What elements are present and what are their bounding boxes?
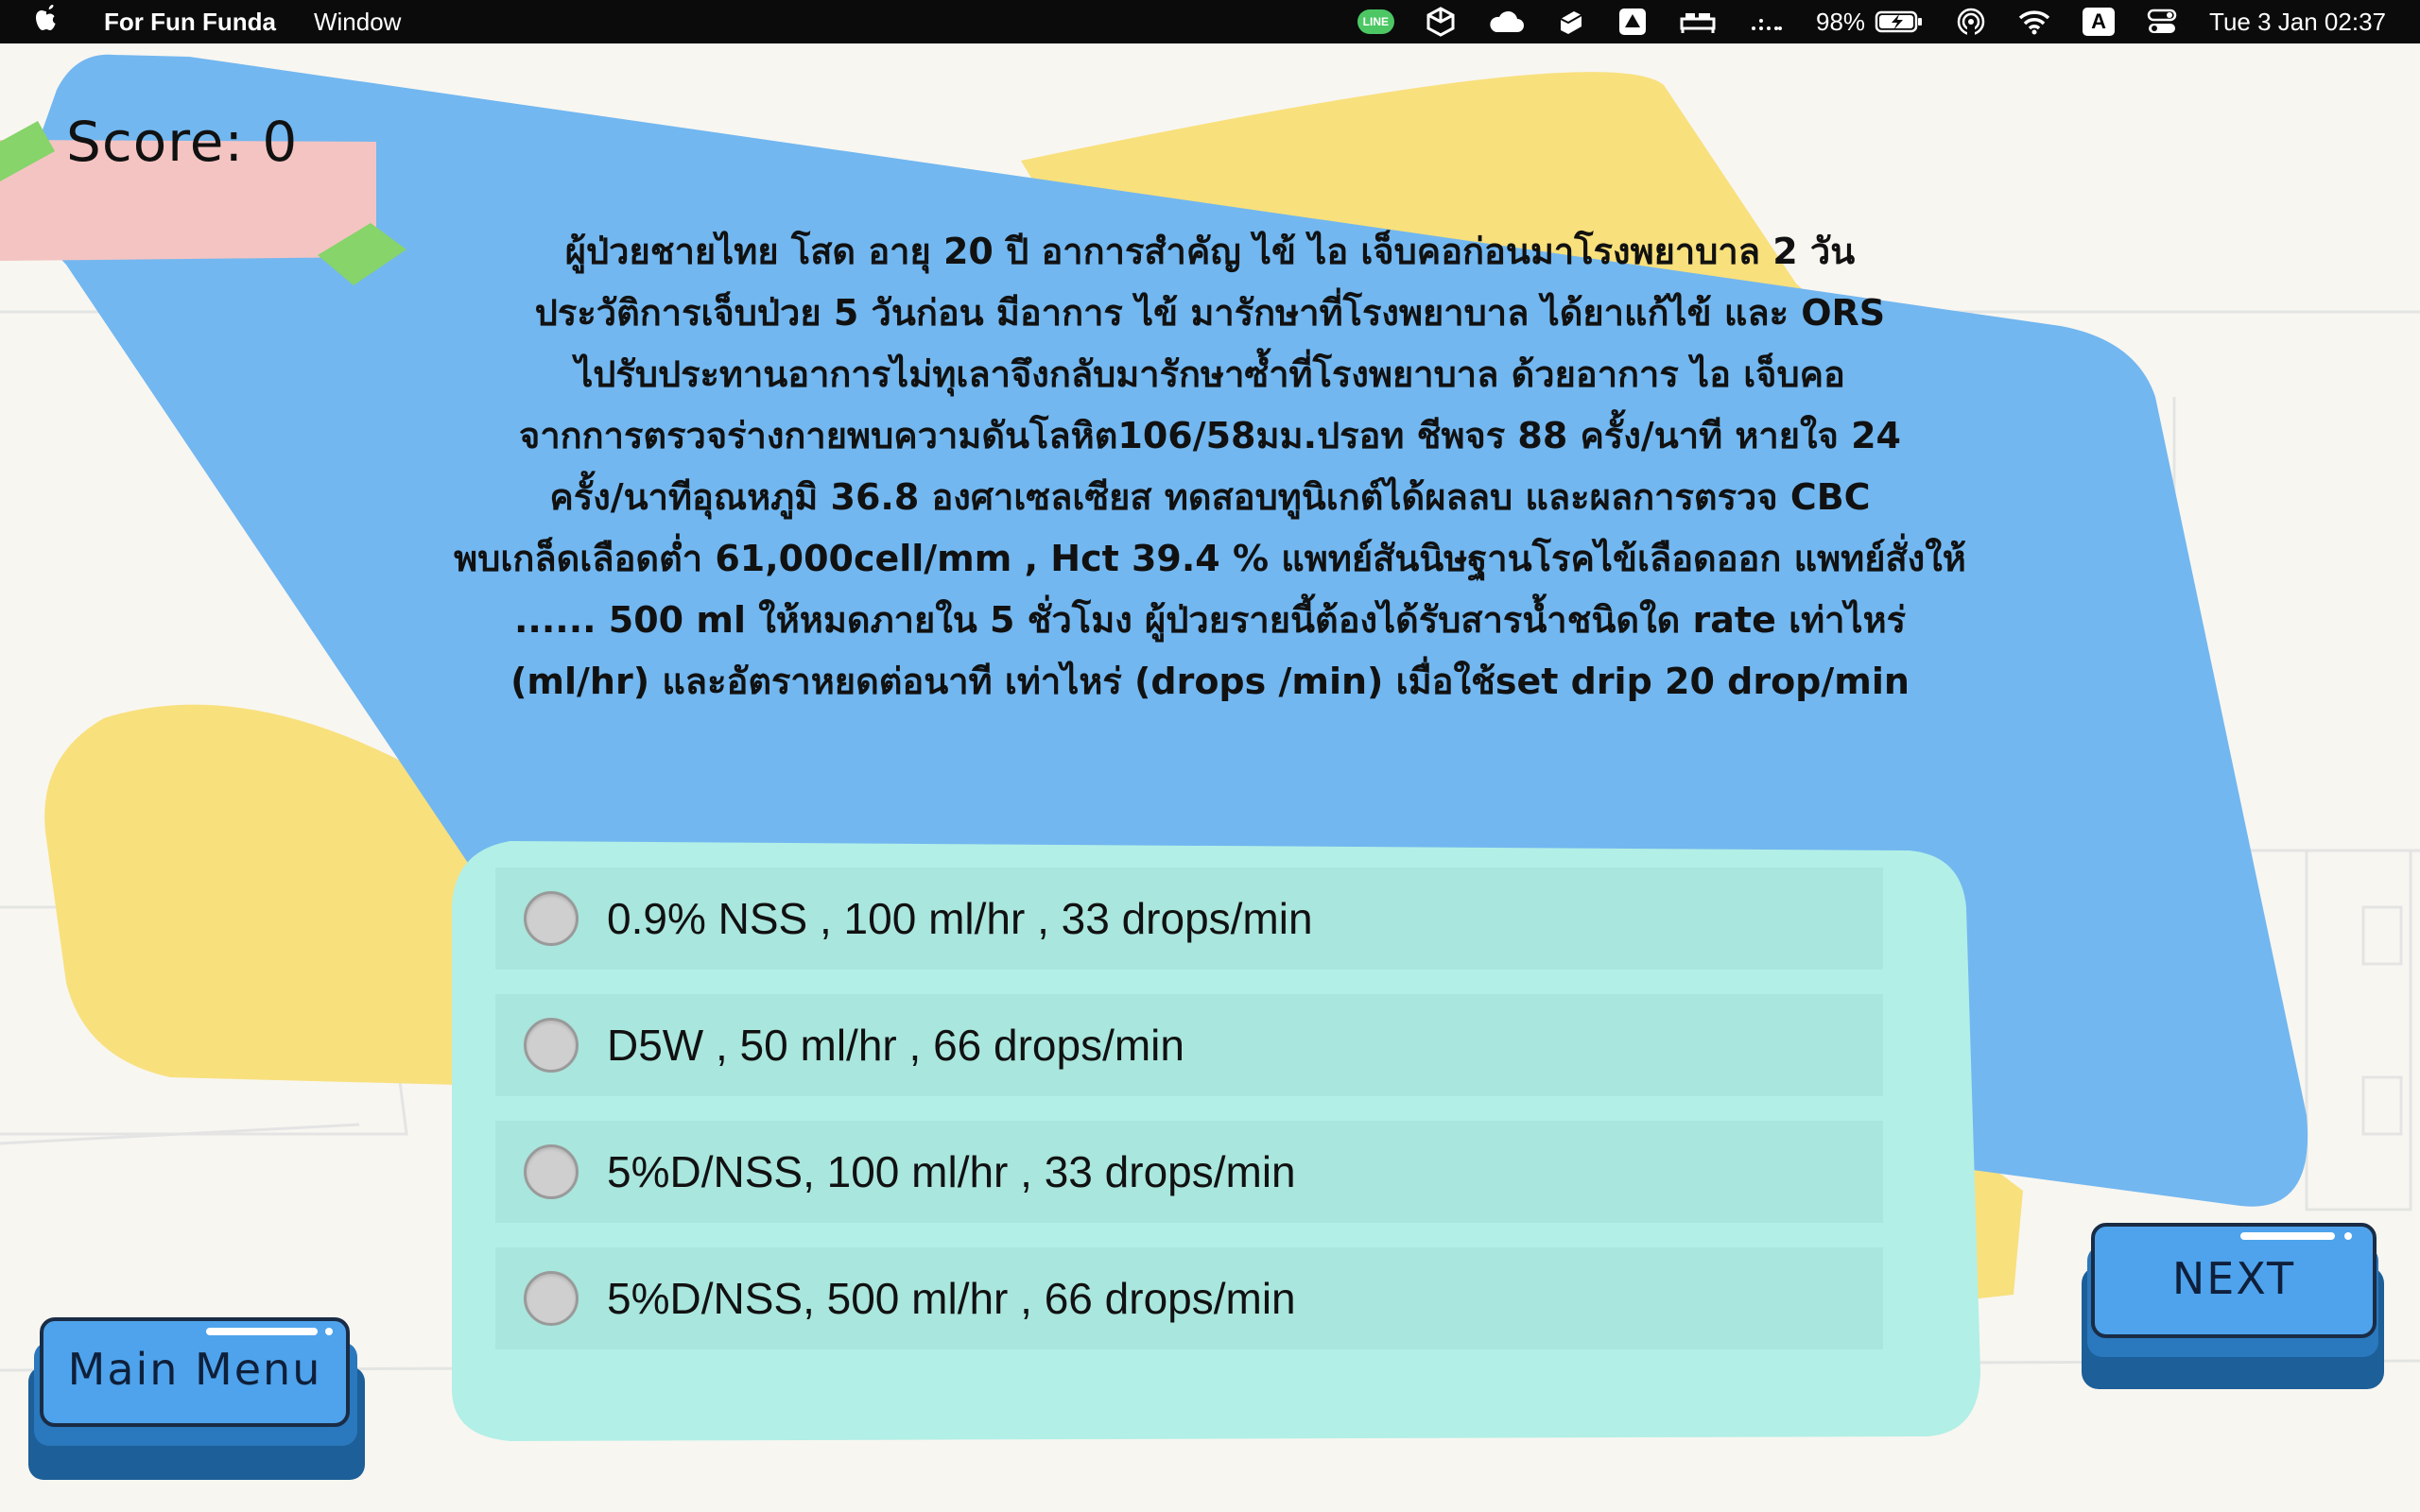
apple-menu-icon[interactable] (32, 3, 60, 41)
next-button-label: NEXT (2171, 1253, 2296, 1304)
radio-button[interactable] (524, 1018, 579, 1073)
answer-option-label: 0.9% NSS , 100 ml/hr , 33 drops/min (607, 894, 1313, 943)
game-scene: Score: 0 ผู้ป่วยชายไทย โสด อายุ 20 ปี อา… (0, 43, 2420, 1512)
answer-option-1[interactable]: 0.9% NSS , 100 ml/hr , 33 drops/min (495, 868, 1883, 970)
menubar-clock[interactable]: Tue 3 Jan 02:37 (2209, 8, 2386, 37)
input-source-indicator[interactable]: A (2083, 8, 2116, 36)
score-display: Score: 0 (66, 110, 299, 174)
menu-bar: For Fun Funda Window LINE 98% A Tue 3 Ja… (0, 0, 2420, 43)
control-center-icon[interactable] (2147, 8, 2177, 36)
answer-option-label: 5%D/NSS, 500 ml/hr , 66 drops/min (607, 1274, 1296, 1323)
drive-icon[interactable] (1617, 7, 1648, 37)
main-menu-button-label: Main Menu (67, 1344, 322, 1395)
folder-tag-icon[interactable] (1557, 8, 1585, 36)
window-menu[interactable]: Window (314, 8, 401, 37)
next-button[interactable]: NEXT (2093, 1225, 2375, 1336)
radio-button[interactable] (524, 1271, 579, 1326)
battery-charging-icon (1875, 9, 1924, 34)
answer-option-3[interactable]: 5%D/NSS, 100 ml/hr , 33 drops/min (495, 1121, 1883, 1223)
answer-option-2[interactable]: D5W , 50 ml/hr , 66 drops/min (495, 994, 1883, 1096)
answer-option-4[interactable]: 5%D/NSS, 500 ml/hr , 66 drops/min (495, 1247, 1883, 1349)
battery-percent: 98% (1816, 7, 1866, 36)
radio-button[interactable] (524, 1144, 579, 1199)
airdrop-icon[interactable] (1956, 7, 1986, 37)
main-menu-button[interactable]: Main Menu (42, 1319, 348, 1425)
wifi-icon[interactable] (2018, 9, 2050, 35)
battery-status[interactable]: 98% (1816, 8, 1924, 37)
line-app-icon[interactable]: LINE (1357, 9, 1394, 34)
answer-option-label: 5%D/NSS, 100 ml/hr , 33 drops/min (607, 1147, 1296, 1196)
cloud-icon[interactable] (1487, 9, 1525, 34)
answer-option-label: D5W , 50 ml/hr , 66 drops/min (607, 1021, 1184, 1070)
bed-sleep-icon[interactable] (1680, 9, 1716, 34)
unity-cube-icon[interactable] (1426, 7, 1455, 37)
dots-activity-icon[interactable] (1748, 9, 1784, 34)
radio-button[interactable] (524, 891, 579, 946)
app-name-menu[interactable]: For Fun Funda (104, 8, 276, 37)
question-text: ผู้ป่วยชายไทย โสด อายุ 20 ปี อาการสำคัญ … (454, 231, 1966, 702)
